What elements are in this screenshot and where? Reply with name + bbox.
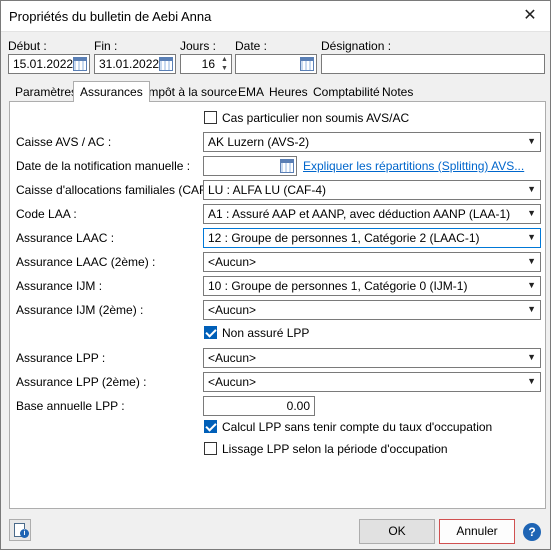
title-bar: Propriétés du bulletin de Aebi Anna ✕ [1,1,550,32]
code-laa-value: A1 : Assuré AAP et AANP, avec déduction … [208,207,511,221]
ijm-select[interactable]: 10 : Groupe de personnes 1, Catégorie 0 … [203,276,541,296]
ijm2-label: Assurance IJM (2ème) : [16,303,144,317]
fin-label: Fin : [94,39,118,53]
jours-value: 16 [201,57,215,71]
tab-impot-a-la-source[interactable]: Impôt à la source [145,84,237,101]
ok-button[interactable]: OK [359,519,435,544]
tab-strip: Paramètres Assurances Impôt à la source … [9,81,546,102]
chevron-down-icon[interactable]: ▼ [527,304,536,314]
tab-notes[interactable]: Notes [382,84,413,101]
splitting-link[interactable]: Expliquer les répartitions (Splitting) A… [303,159,524,173]
lpp2-select[interactable]: <Aucun> ▼ [203,372,541,392]
caisse-avs-value: AK Luzern (AVS-2) [208,135,310,149]
lpp2-label: Assurance LPP (2ème) : [16,375,147,389]
date-field[interactable] [235,54,317,74]
chevron-down-icon[interactable]: ▼ [527,184,536,194]
chevron-down-icon[interactable]: ▼ [527,136,536,146]
debut-date-field[interactable]: 15.01.2022 [8,54,90,74]
ijm2-select[interactable]: <Aucun> ▼ [203,300,541,320]
lissage-lpp-checkbox[interactable] [204,442,217,455]
base-lpp-field[interactable]: 0.00 [203,396,315,416]
window-title: Propriétés du bulletin de Aebi Anna [9,9,212,24]
lpp-value: <Aucun> [208,351,257,365]
dialog-window: Propriétés du bulletin de Aebi Anna ✕ Dé… [0,0,551,550]
designation-label: Désignation : [321,39,392,53]
chevron-down-icon[interactable]: ▼ [527,232,536,242]
fin-date-field[interactable]: 31.01.2022 [94,54,176,74]
fin-date-value: 31.01.2022 [99,57,160,71]
laac2-label: Assurance LAAC (2ème) : [16,255,156,269]
caisse-avs-label: Caisse AVS / AC : [16,135,112,149]
calcul-lpp-checkbox[interactable] [204,420,217,433]
close-icon[interactable]: ✕ [520,6,540,26]
caf-label: Caisse d'allocations familiales (CAF) : [16,183,218,197]
help-icon[interactable]: ? [523,523,541,541]
lpp-label: Assurance LPP : [16,351,106,365]
lpp-select[interactable]: <Aucun> ▼ [203,348,541,368]
laac-select[interactable]: 12 : Groupe de personnes 1, Catégorie 2 … [203,228,541,248]
employee-info-button[interactable]: i [9,519,31,541]
ijm-value: 10 : Groupe de personnes 1, Catégorie 0 … [208,279,468,293]
calendar-icon[interactable] [159,57,173,71]
non-assure-lpp-checkbox[interactable] [204,326,217,339]
debut-date-value: 15.01.2022 [13,57,74,71]
lissage-lpp-label: Lissage LPP selon la période d'occupatio… [222,442,448,456]
date-notification-field[interactable] [203,156,297,176]
stepper-up-icon[interactable]: ▲ [220,55,229,64]
tab-parametres[interactable]: Paramètres [15,84,77,101]
date-notification-label: Date de la notification manuelle : [16,159,191,173]
base-lpp-label: Base annuelle LPP : [16,399,125,413]
chevron-down-icon[interactable]: ▼ [527,256,536,266]
tab-ema[interactable]: EMA [238,84,264,101]
caisse-avs-select[interactable]: AK Luzern (AVS-2) ▼ [203,132,541,152]
laac-value: 12 : Groupe de personnes 1, Catégorie 2 … [208,231,480,245]
lpp2-value: <Aucun> [208,375,257,389]
assurances-panel: Cas particulier non soumis AVS/AC Caisse… [9,101,546,509]
laac2-value: <Aucun> [208,255,257,269]
debut-label: Début : [8,39,47,53]
date-label: Date : [235,39,268,53]
ijm2-value: <Aucun> [208,303,257,317]
calendar-icon[interactable] [73,57,87,71]
tab-heures[interactable]: Heures [269,84,308,101]
chevron-down-icon[interactable]: ▼ [527,376,536,386]
chevron-down-icon[interactable]: ▼ [527,352,536,362]
stepper-down-icon[interactable]: ▼ [220,64,229,73]
tab-comptabilite[interactable]: Comptabilité [313,84,380,101]
cas-particulier-label: Cas particulier non soumis AVS/AC [222,111,410,125]
jours-stepper[interactable]: ▲ ▼ [220,55,229,73]
tab-assurances[interactable]: Assurances [73,81,150,102]
caf-select[interactable]: LU : ALFA LU (CAF-4) ▼ [203,180,541,200]
info-icon: i [20,529,29,538]
calendar-icon[interactable] [280,159,294,173]
non-assure-lpp-label: Non assuré LPP [222,326,310,340]
calendar-icon[interactable] [300,57,314,71]
jours-label: Jours : [180,39,217,53]
base-lpp-value: 0.00 [286,399,310,413]
chevron-down-icon[interactable]: ▼ [527,280,536,290]
designation-field[interactable] [321,54,545,74]
laac-label: Assurance LAAC : [16,231,115,245]
cas-particulier-checkbox[interactable] [204,111,217,124]
laac2-select[interactable]: <Aucun> ▼ [203,252,541,272]
caf-value: LU : ALFA LU (CAF-4) [208,183,327,197]
ijm-label: Assurance IJM : [16,279,103,293]
chevron-down-icon[interactable]: ▼ [527,208,536,218]
code-laa-select[interactable]: A1 : Assuré AAP et AANP, avec déduction … [203,204,541,224]
code-laa-label: Code LAA : [16,207,77,221]
annuler-button[interactable]: Annuler [439,519,515,544]
jours-field[interactable]: 16 ▲ ▼ [180,54,232,74]
calcul-lpp-label: Calcul LPP sans tenir compte du taux d'o… [222,420,493,434]
